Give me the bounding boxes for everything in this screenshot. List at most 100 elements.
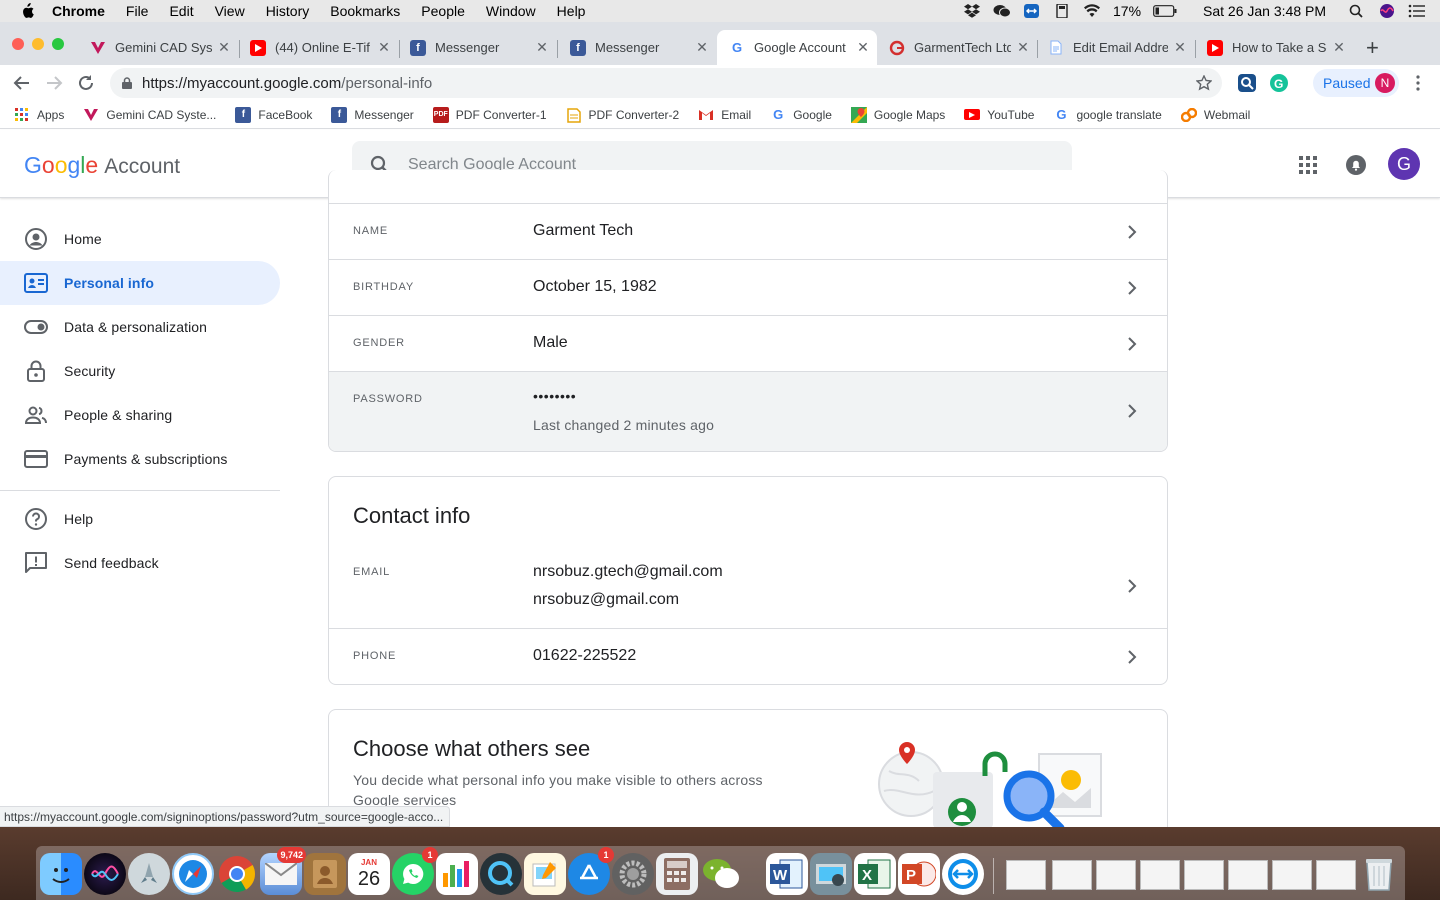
launchpad-icon[interactable] [128, 853, 170, 895]
close-tab-icon[interactable]: ✕ [1331, 39, 1347, 56]
sidebar-item-personal-info[interactable]: Personal info [0, 261, 280, 305]
bookmark-google-maps[interactable]: Google Maps [850, 106, 945, 123]
sidebar-item-data-personalization[interactable]: Data & personalization [0, 305, 280, 349]
close-tab-icon[interactable]: ✕ [1015, 39, 1031, 56]
wechat-tray-icon[interactable] [993, 4, 1011, 18]
password-row[interactable]: PASSWORD •••••••• Last changed 2 minutes… [329, 371, 1167, 451]
sidebar-item-send-feedback[interactable]: Send feedback [0, 541, 280, 585]
quicktime-icon[interactable] [480, 853, 522, 895]
menu-help[interactable]: Help [557, 3, 586, 19]
email-row[interactable]: EMAIL nrsobuz.gtech@gmail.com nrsobuz@gm… [329, 542, 1167, 628]
excel-icon[interactable]: X [854, 853, 896, 895]
bookmark-google-translate[interactable]: G google translate [1053, 107, 1161, 123]
menu-window[interactable]: Window [486, 3, 536, 19]
close-window-button[interactable] [12, 38, 24, 50]
word-icon[interactable]: W [766, 853, 808, 895]
back-arrow-icon[interactable] [12, 73, 32, 93]
close-tab-icon[interactable]: ✕ [376, 39, 392, 56]
bookmark-email[interactable]: Email [698, 107, 751, 123]
bookmark-webmail[interactable]: Webmail [1180, 107, 1250, 123]
app-store-icon[interactable]: 1 [568, 847, 614, 895]
menu-app-name[interactable]: Chrome [52, 3, 105, 19]
spotlight-search-icon[interactable] [1348, 4, 1366, 18]
close-tab-icon[interactable]: ✕ [216, 39, 232, 56]
account-avatar[interactable]: G [1388, 148, 1420, 180]
menu-history[interactable]: History [266, 3, 310, 19]
tab-messenger-2[interactable]: f Messenger ✕ [558, 30, 716, 65]
bookmark-gemini-cad[interactable]: Gemini CAD Syste... [83, 107, 216, 123]
minimized-window-thumbnail[interactable] [1052, 860, 1092, 890]
contacts-icon[interactable] [304, 853, 346, 895]
phone-row[interactable]: PHONE 01622-225522 [329, 628, 1167, 684]
minimized-window-thumbnail[interactable] [1006, 860, 1046, 890]
minimized-window-thumbnail[interactable] [1272, 860, 1312, 890]
bookmark-star-icon[interactable] [1196, 75, 1212, 91]
minimized-window-thumbnail[interactable] [1184, 860, 1224, 890]
reload-icon[interactable] [76, 73, 96, 93]
close-tab-icon[interactable]: ✕ [855, 39, 871, 56]
birthday-row[interactable]: BIRTHDAY October 15, 1982 [329, 259, 1167, 315]
calculator-icon[interactable] [656, 853, 698, 895]
siri-icon[interactable] [1378, 4, 1396, 18]
bookmark-youtube[interactable]: YouTube [964, 108, 1034, 122]
chrome-app-icon[interactable] [216, 853, 258, 895]
wechat-icon[interactable] [700, 853, 742, 895]
sidebar-item-help[interactable]: Help [0, 497, 280, 541]
menubar-clock[interactable]: Sat 26 Jan 3:48 PM [1203, 3, 1326, 19]
calculator-tray-icon[interactable] [1053, 4, 1071, 18]
whatsapp-icon[interactable]: 1 [392, 847, 438, 895]
tab-google-account[interactable]: G Google Account ✕ [717, 30, 877, 65]
dropbox-icon[interactable] [963, 4, 981, 18]
menu-people[interactable]: People [421, 3, 465, 19]
close-tab-icon[interactable]: ✕ [694, 39, 710, 56]
siri-app-icon[interactable] [84, 853, 126, 895]
bookmark-messenger[interactable]: f Messenger [331, 106, 414, 123]
menu-bookmarks[interactable]: Bookmarks [330, 3, 400, 19]
bookmark-google[interactable]: G Google [770, 107, 832, 123]
bookmark-pdf-converter-1[interactable]: PDF PDF Converter-1 [432, 106, 547, 123]
numbers-chart-icon[interactable] [436, 853, 478, 895]
apple-menu-icon[interactable] [18, 3, 36, 19]
sidebar-item-payments[interactable]: Payments & subscriptions [0, 437, 280, 481]
tab-gemini-cad[interactable]: Gemini CAD Syst ✕ [78, 30, 238, 65]
sidebar-item-security[interactable]: Security [0, 349, 280, 393]
profile-paused-button[interactable]: Paused N [1313, 69, 1399, 97]
tab-messenger-1[interactable]: f Messenger ✕ [398, 30, 556, 65]
secure-lock-icon[interactable] [122, 77, 132, 89]
wifi-icon[interactable] [1083, 4, 1101, 18]
tab-how-to-screenshot[interactable]: How to Take a Sc ✕ [1195, 30, 1353, 65]
close-tab-icon[interactable]: ✕ [534, 39, 550, 56]
notification-center-icon[interactable] [1408, 4, 1426, 18]
tab-edit-email[interactable]: Edit Email Addre ✕ [1036, 30, 1194, 65]
chrome-menu-icon[interactable] [1414, 75, 1422, 91]
minimized-window-thumbnail[interactable] [1228, 860, 1268, 890]
close-tab-icon[interactable]: ✕ [1172, 39, 1188, 56]
preview-icon[interactable] [524, 853, 566, 895]
menu-file[interactable]: File [126, 3, 149, 19]
teamviewer-tray-icon[interactable] [1023, 4, 1041, 18]
forward-arrow-icon[interactable] [44, 73, 64, 93]
google-apps-icon[interactable] [1298, 155, 1318, 175]
notifications-icon[interactable] [1345, 154, 1367, 176]
extension-search-icon[interactable] [1238, 74, 1256, 92]
minimized-window-thumbnail[interactable] [1140, 860, 1180, 890]
powerpoint-icon[interactable]: P [898, 853, 940, 895]
system-preferences-icon[interactable] [612, 853, 654, 895]
battery-icon[interactable] [1153, 5, 1177, 17]
bookmark-facebook[interactable]: f FaceBook [235, 106, 312, 123]
sidebar-item-people-sharing[interactable]: People & sharing [0, 393, 280, 437]
minimize-window-button[interactable] [32, 38, 44, 50]
tab-youtube-online[interactable]: (44) Online E-Tif ✕ [238, 30, 398, 65]
teamviewer-icon[interactable] [942, 853, 984, 895]
new-tab-button[interactable]: + [1366, 37, 1379, 59]
image-capture-icon[interactable] [810, 853, 852, 895]
gender-row[interactable]: GENDER Male [329, 315, 1167, 371]
minimized-window-thumbnail[interactable] [1316, 860, 1356, 890]
mail-app-icon[interactable]: 9,742 [260, 847, 306, 895]
bookmark-apps[interactable]: Apps [14, 107, 64, 123]
menu-edit[interactable]: Edit [169, 3, 193, 19]
maximize-window-button[interactable] [52, 38, 64, 50]
safari-icon[interactable] [172, 853, 214, 895]
finder-icon[interactable] [40, 853, 82, 895]
tab-garmenttech[interactable]: GarmentTech Ltd ✕ [877, 30, 1037, 65]
